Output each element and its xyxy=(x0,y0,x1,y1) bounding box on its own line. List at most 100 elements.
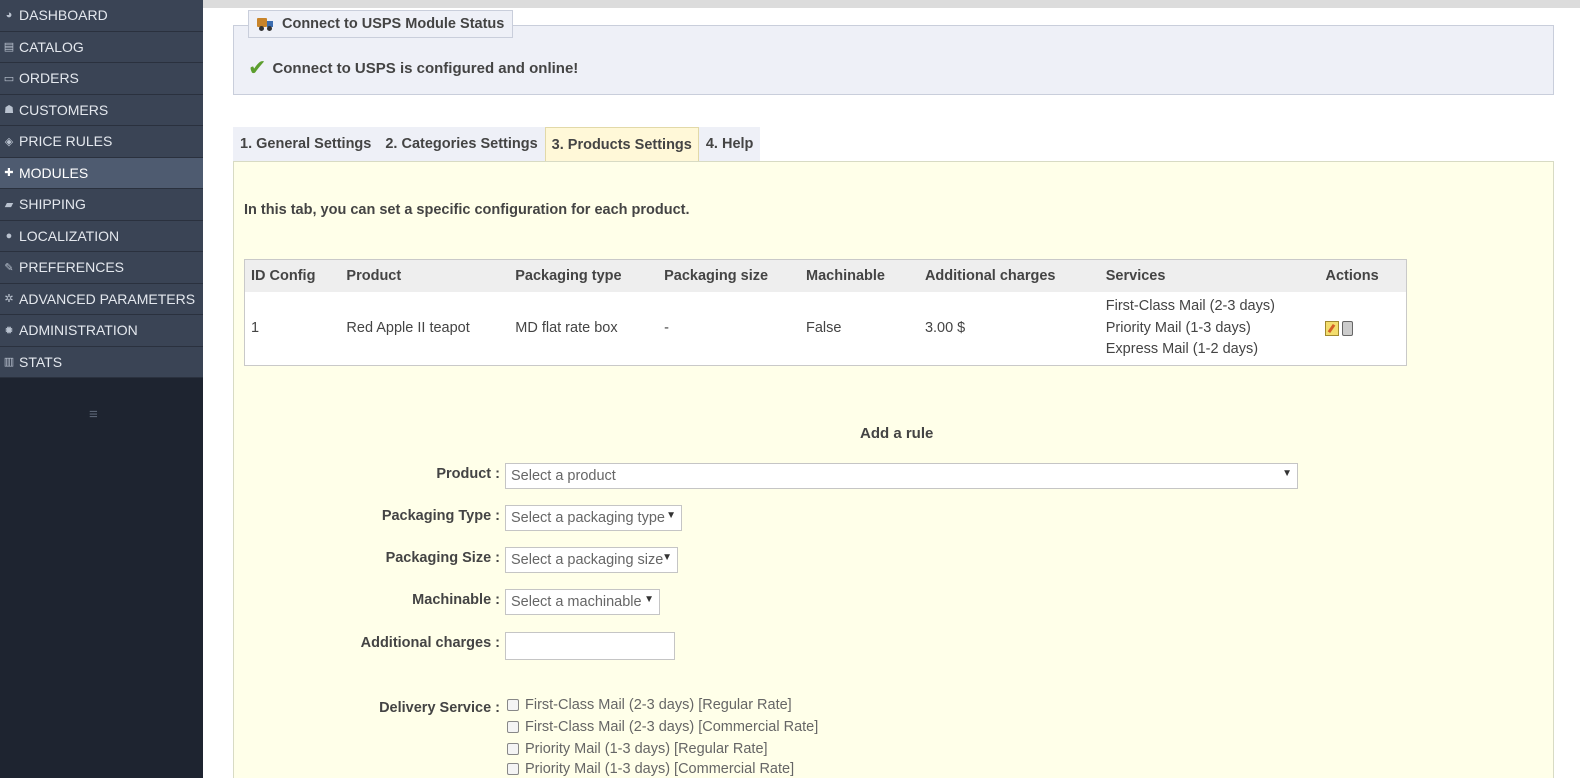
delivery-service-option[interactable]: Priority Mail (1-3 days) [Regular Rate] xyxy=(507,741,768,757)
delivery-service-option-label: Priority Mail (1-3 days) [Commercial Rat… xyxy=(525,761,795,777)
cogs-icon: ✲ xyxy=(4,293,14,306)
packaging-size-select-value: Select a packaging size xyxy=(511,552,664,568)
trash-icon[interactable] xyxy=(1342,320,1354,336)
puzzle-icon: ✚ xyxy=(4,167,14,180)
service-item: First-Class Mail (2-3 days) xyxy=(1105,298,1275,314)
delivery-service-option-label: First-Class Mail (2-3 days) [Commercial … xyxy=(525,719,819,735)
packaging-size-select[interactable]: Select a packaging size ▼ xyxy=(505,547,678,573)
cell-machinable: False xyxy=(806,320,842,337)
sidebar-item-orders[interactable]: ▭ ORDERS xyxy=(0,63,203,95)
tab-help[interactable]: 4. Help xyxy=(699,127,761,161)
checkmark-icon: ✔ xyxy=(248,55,267,80)
status-message-text: Connect to USPS is configured and online… xyxy=(272,59,579,77)
col-header-services: Services xyxy=(1105,267,1166,284)
cell-product: Red Apple II teapot xyxy=(346,320,470,337)
sidebar-item-localization[interactable]: ● LOCALIZATION xyxy=(0,220,203,252)
cell-services: First-Class Mail (2-3 days) Priority Mai… xyxy=(1100,292,1320,366)
sidebar-item-label: PREFERENCES xyxy=(19,259,125,276)
machinable-label: Machinable : xyxy=(412,592,500,608)
book-icon: ▤ xyxy=(3,41,15,54)
dropdown-arrow-icon: ▼ xyxy=(644,594,654,605)
globe-icon: ● xyxy=(5,229,13,242)
tab-products-settings[interactable]: 3. Products Settings xyxy=(544,127,699,161)
packaging-type-select-value: Select a packaging type xyxy=(511,510,665,526)
bar-chart-icon: ▥ xyxy=(3,356,15,369)
packaging-type-label: Packaging Type : xyxy=(381,508,500,524)
cell-actions xyxy=(1319,292,1406,366)
delivery-service-option[interactable]: First-Class Mail (2-3 days) [Regular Rat… xyxy=(507,697,792,713)
status-message: ✔ Connect to USPS is configured and onli… xyxy=(248,55,578,81)
sidebar: ◕ DASHBOARD ▤ CATALOG ▭ ORDERS ☗ CUSTOME… xyxy=(0,0,203,778)
machinable-select[interactable]: Select a machinable ▼ xyxy=(505,589,660,615)
delivery-service-option[interactable]: First-Class Mail (2-3 days) [Commercial … xyxy=(507,719,818,735)
module-status-title: Connect to USPS Module Status xyxy=(282,16,505,32)
checkbox[interactable] xyxy=(507,743,519,755)
table-header-row: ID Config Product Packaging type Packagi… xyxy=(244,259,1407,292)
col-header-machinable: Machinable xyxy=(806,267,885,284)
cog-icon: ✹ xyxy=(4,324,14,337)
sidebar-item-preferences[interactable]: ✎ PREFERENCES xyxy=(0,252,203,284)
sidebar-item-label: LOCALIZATION xyxy=(19,227,120,244)
dropdown-arrow-icon: ▼ xyxy=(666,510,676,521)
checkbox[interactable] xyxy=(507,763,519,775)
dropdown-arrow-icon: ▼ xyxy=(1282,468,1292,479)
service-item: Priority Mail (1-3 days) xyxy=(1105,319,1251,336)
sidebar-item-administration[interactable]: ✹ ADMINISTRATION xyxy=(0,315,203,347)
product-select-value: Select a product xyxy=(511,468,616,484)
sidebar-item-price-rules[interactable]: ◈ PRICE RULES xyxy=(0,126,203,158)
col-header-product: Product xyxy=(346,267,402,284)
sidebar-collapse-icon[interactable]: ≡ xyxy=(89,406,98,423)
sidebar-item-label: CUSTOMERS xyxy=(19,101,109,118)
additional-charges-input[interactable] xyxy=(505,632,675,660)
wrench-icon: ✎ xyxy=(4,261,14,274)
edit-icon[interactable] xyxy=(1325,320,1340,336)
sidebar-item-customers[interactable]: ☗ CUSTOMERS xyxy=(0,94,203,126)
product-select[interactable]: Select a product ▼ xyxy=(505,463,1298,489)
sidebar-item-dashboard[interactable]: ◕ DASHBOARD xyxy=(0,0,203,32)
delivery-service-option[interactable]: Priority Mail (1-3 days) [Commercial Rat… xyxy=(507,761,794,777)
tab-intro-text: In this tab, you can set a specific conf… xyxy=(244,202,690,218)
checkbox[interactable] xyxy=(507,699,519,711)
sidebar-item-advanced-parameters[interactable]: ✲ ADVANCED PARAMETERS xyxy=(0,283,203,315)
packaging-size-label: Packaging Size : xyxy=(385,550,500,566)
checkbox[interactable] xyxy=(507,721,519,733)
settings-tabs: 1. General Settings 2. Categories Settin… xyxy=(233,127,761,161)
sidebar-item-modules[interactable]: ✚ MODULES xyxy=(0,157,203,189)
sidebar-item-catalog[interactable]: ▤ CATALOG xyxy=(0,31,203,63)
cell-packaging-type: MD flat rate box xyxy=(515,320,618,337)
sidebar-item-label: STATS xyxy=(19,353,63,370)
sidebar-item-label: SHIPPING xyxy=(19,196,86,213)
col-header-actions: Actions xyxy=(1325,267,1379,284)
cell-packaging-size: - xyxy=(664,320,669,337)
delivery-service-option-label: Priority Mail (1-3 days) [Regular Rate] xyxy=(525,741,768,757)
delivery-service-label: Delivery Service : xyxy=(379,700,500,716)
cell-additional-charges: 3.00 $ xyxy=(924,320,966,337)
col-header-packaging-size: Packaging size xyxy=(664,267,769,284)
sidebar-item-label: CATALOG xyxy=(19,38,84,55)
col-header-id-config: ID Config xyxy=(251,267,316,284)
service-item: Express Mail (1-2 days) xyxy=(1105,341,1259,357)
sidebar-item-shipping[interactable]: ▰ SHIPPING xyxy=(0,189,203,221)
sidebar-item-label: ADVANCED PARAMETERS xyxy=(19,290,196,307)
sidebar-item-stats[interactable]: ▥ STATS xyxy=(0,346,203,378)
truck-icon xyxy=(257,18,273,31)
delivery-service-option-label: First-Class Mail (2-3 days) [Regular Rat… xyxy=(525,697,792,713)
add-rule-title: Add a rule xyxy=(860,425,934,442)
sidebar-item-label: DASHBOARD xyxy=(19,7,108,24)
dashboard-icon: ◕ xyxy=(5,9,13,22)
sidebar-item-label: MODULES xyxy=(19,164,89,181)
cell-id: 1 xyxy=(251,320,260,337)
packaging-type-select[interactable]: Select a packaging type ▼ xyxy=(505,505,682,531)
sidebar-item-label: ADMINISTRATION xyxy=(19,322,138,339)
additional-charges-label: Additional charges : xyxy=(360,635,500,651)
tags-icon: ◈ xyxy=(4,135,14,148)
machinable-select-value: Select a machinable xyxy=(511,594,642,610)
sidebar-item-label: PRICE RULES xyxy=(19,133,113,150)
module-status-legend: Connect to USPS Module Status xyxy=(248,10,514,38)
product-label: Product : xyxy=(436,466,500,482)
tab-general-settings[interactable]: 1. General Settings xyxy=(233,127,378,161)
tab-categories-settings[interactable]: 2. Categories Settings xyxy=(378,127,544,161)
col-header-packaging-type: Packaging type xyxy=(515,267,622,284)
table-row: 1 Red Apple II teapot MD flat rate box -… xyxy=(245,292,1407,366)
col-header-additional-charges: Additional charges xyxy=(924,267,1056,284)
